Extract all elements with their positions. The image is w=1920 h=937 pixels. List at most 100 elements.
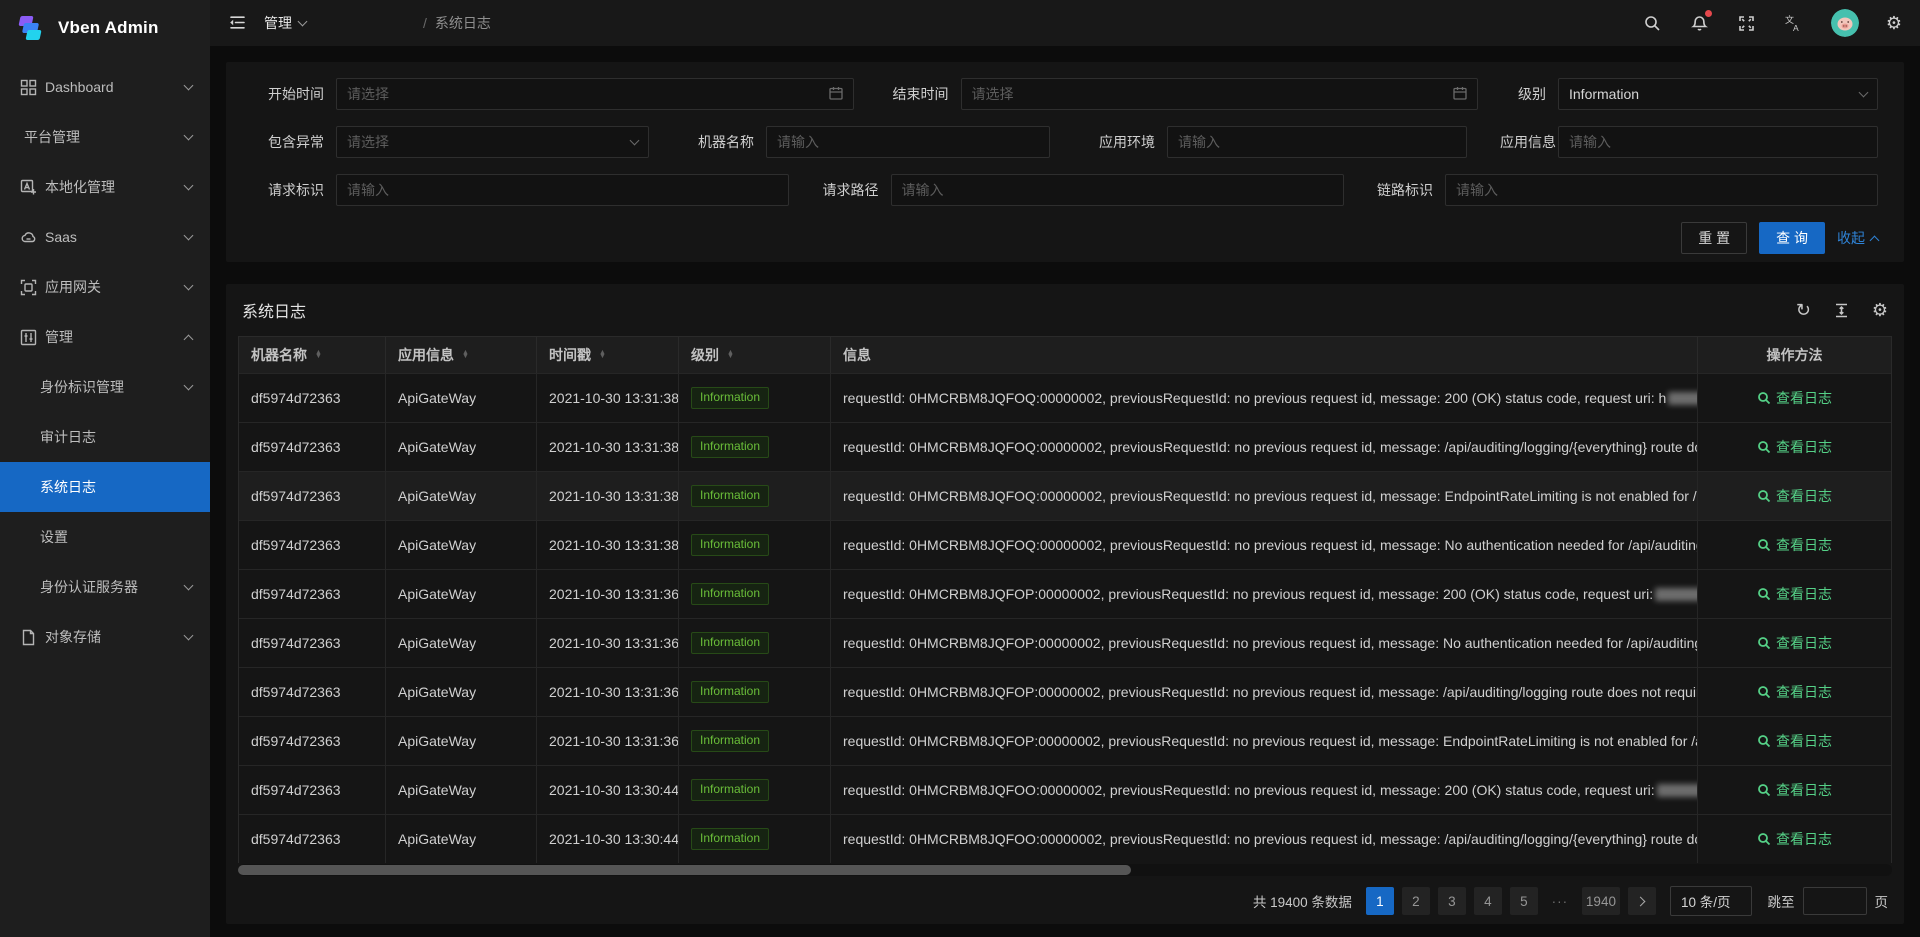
breadcrumb-current: 系统日志 <box>435 13 577 33</box>
row-height-icon[interactable] <box>1833 302 1850 319</box>
query-button[interactable]: 查 询 <box>1759 222 1825 254</box>
cell-level: Information <box>679 766 831 814</box>
sort-icon[interactable]: ▲▼ <box>315 351 322 359</box>
view-log-link[interactable]: 查看日志 <box>1757 780 1832 800</box>
view-log-link[interactable]: 查看日志 <box>1757 731 1832 751</box>
main-content: 开始时间 请选择 结束时间 请选择 级别 Information <box>210 46 1920 937</box>
page-size-select[interactable]: 10 条/页 <box>1670 886 1752 916</box>
view-log-link[interactable]: 查看日志 <box>1757 682 1832 702</box>
view-log-link[interactable]: 查看日志 <box>1757 535 1832 555</box>
sidebar-item-gateway[interactable]: 应用网关 <box>0 262 210 312</box>
cell-app-info: ApiGateWay <box>386 374 537 422</box>
page-button[interactable]: 4 <box>1474 887 1502 915</box>
jump-page-input[interactable] <box>1803 887 1867 915</box>
sidebar-item-platform-management[interactable]: 平台管理 <box>0 112 210 162</box>
page-button[interactable]: 3 <box>1438 887 1466 915</box>
cell-level: Information <box>679 570 831 618</box>
table-row[interactable]: df5974d72363 ApiGateWay 2021-10-30 13:31… <box>239 716 1891 765</box>
view-log-link[interactable]: 查看日志 <box>1757 486 1832 506</box>
search-icon[interactable] <box>1643 13 1663 33</box>
refresh-icon[interactable]: ↻ <box>1796 301 1811 319</box>
logs-table: 机器名称▲▼ 应用信息▲▼ 时间戳▲▼ 级别▲▼ 信息 操作方法 df5974d… <box>238 336 1892 863</box>
sidebar-item-object-storage[interactable]: 对象存储 <box>0 612 210 662</box>
start-time-datepicker[interactable]: 请选择 <box>336 78 854 110</box>
collapse-filter-link[interactable]: 收起 <box>1837 228 1878 248</box>
table-row[interactable]: df5974d72363 ApiGateWay 2021-10-30 13:31… <box>239 618 1891 667</box>
app-env-input[interactable] <box>1178 134 1456 150</box>
table-settings-gear-icon[interactable]: ⚙ <box>1872 301 1888 319</box>
table-row[interactable]: df5974d72363 ApiGateWay 2021-10-30 13:31… <box>239 667 1891 716</box>
table-row[interactable]: df5974d72363 ApiGateWay 2021-10-30 13:31… <box>239 422 1891 471</box>
table-row[interactable]: df5974d72363 ApiGateWay 2021-10-30 13:31… <box>239 569 1891 618</box>
app-info-input[interactable] <box>1569 134 1867 150</box>
sidebar-item-audit-logs[interactable]: 审计日志 <box>0 412 210 462</box>
view-log-link[interactable]: 查看日志 <box>1757 437 1832 457</box>
table-row[interactable]: df5974d72363 ApiGateWay 2021-10-30 13:31… <box>239 520 1891 569</box>
sidebar-item-system-logs[interactable]: 系统日志 <box>0 462 210 512</box>
column-header-level[interactable]: 级别▲▼ <box>679 337 831 373</box>
sidebar-item-saas[interactable]: Saas <box>0 212 210 262</box>
table-row[interactable]: df5974d72363 ApiGateWay 2021-10-30 13:30… <box>239 765 1891 814</box>
sidebar-item-localization[interactable]: 本地化管理 <box>0 162 210 212</box>
chevron-down-icon <box>184 231 194 241</box>
menu-fold-icon[interactable] <box>228 13 248 33</box>
page-button[interactable]: 1 <box>1366 887 1394 915</box>
level-select[interactable]: Information <box>1558 78 1878 110</box>
magnifier-icon <box>1757 685 1771 699</box>
settings-gear-icon[interactable]: ⚙ <box>1886 14 1902 32</box>
chevron-down-icon <box>184 631 194 641</box>
table-body: df5974d72363 ApiGateWay 2021-10-30 13:31… <box>239 373 1891 863</box>
view-log-link[interactable]: 查看日志 <box>1757 633 1832 653</box>
page-button[interactable]: 2 <box>1402 887 1430 915</box>
pagination: 共 19400 条数据 1 2 3 4 5 ··· 1940 <box>226 878 1904 924</box>
translate-icon[interactable]: 文A <box>1784 13 1804 33</box>
reset-button[interactable]: 重 置 <box>1681 222 1747 254</box>
filter-panel: 开始时间 请选择 结束时间 请选择 级别 Information <box>226 62 1904 262</box>
page-button[interactable]: 5 <box>1510 887 1538 915</box>
column-header-app-info[interactable]: 应用信息▲▼ <box>386 337 537 373</box>
cell-timestamp: 2021-10-30 13:31:38 <box>537 374 679 422</box>
sidebar-item-management[interactable]: 管理 <box>0 312 210 362</box>
breadcrumb-parent[interactable]: 管理 <box>264 13 415 33</box>
horizontal-scrollbar-thumb[interactable] <box>238 865 1131 875</box>
cell-machine-name: df5974d72363 <box>239 570 386 618</box>
sidebar-item-dashboard[interactable]: Dashboard <box>0 62 210 112</box>
level-badge: Information <box>691 681 769 704</box>
column-header-machine-name[interactable]: 机器名称▲▼ <box>239 337 386 373</box>
notification-bell-icon[interactable] <box>1690 13 1710 33</box>
cell-level: Information <box>679 668 831 716</box>
request-path-input[interactable] <box>902 182 1333 198</box>
sort-icon[interactable]: ▲▼ <box>727 351 734 359</box>
trace-id-input[interactable] <box>1456 182 1867 198</box>
cell-level: Information <box>679 423 831 471</box>
fullscreen-icon[interactable] <box>1737 13 1757 33</box>
sidebar-item-identity-management[interactable]: 身份标识管理 <box>0 362 210 412</box>
machine-name-input[interactable] <box>777 134 1039 150</box>
column-header-timestamp[interactable]: 时间戳▲▼ <box>537 337 679 373</box>
filter-request-id: 请求标识 <box>252 174 789 206</box>
sidebar-item-auth-server[interactable]: 身份认证服务器 <box>0 562 210 612</box>
sort-icon[interactable]: ▲▼ <box>599 351 606 359</box>
page-button[interactable]: 1940 <box>1582 887 1620 915</box>
cell-actions: 查看日志 <box>1698 423 1891 471</box>
user-avatar[interactable] <box>1831 9 1859 37</box>
view-log-link[interactable]: 查看日志 <box>1757 388 1832 408</box>
next-page-button[interactable] <box>1628 887 1656 915</box>
sidebar-item-settings[interactable]: 设置 <box>0 512 210 562</box>
request-id-input[interactable] <box>347 182 778 198</box>
cell-app-info: ApiGateWay <box>386 423 537 471</box>
table-row[interactable]: df5974d72363 ApiGateWay 2021-10-30 13:31… <box>239 373 1891 422</box>
page-button[interactable]: ··· <box>1546 887 1574 915</box>
level-badge: Information <box>691 436 769 459</box>
view-log-link[interactable]: 查看日志 <box>1757 829 1832 849</box>
end-time-datepicker[interactable]: 请选择 <box>961 78 1478 110</box>
logo[interactable]: Vben Admin <box>0 0 210 56</box>
table-row[interactable]: df5974d72363 ApiGateWay 2021-10-30 13:31… <box>239 471 1891 520</box>
include-exception-select[interactable]: 请选择 <box>336 126 649 158</box>
cell-level: Information <box>679 472 831 520</box>
table-row[interactable]: df5974d72363 ApiGateWay 2021-10-30 13:30… <box>239 814 1891 863</box>
chevron-up-icon <box>1870 235 1880 245</box>
filter-app-env: 应用环境 <box>1083 126 1467 158</box>
view-log-link[interactable]: 查看日志 <box>1757 584 1832 604</box>
sort-icon[interactable]: ▲▼ <box>462 351 469 359</box>
